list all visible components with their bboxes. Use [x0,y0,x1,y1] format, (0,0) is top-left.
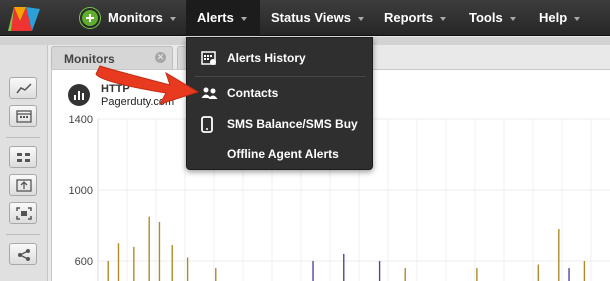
add-icon[interactable] [80,7,100,28]
y-tick-label: 1400 [69,114,93,126]
nav-monitors-label: Monitors [108,10,163,25]
y-tick-label: 1000 [69,185,93,197]
calendar-icon [16,110,32,123]
fullscreen-button[interactable] [9,202,37,224]
chevron-down-icon [357,16,364,21]
nav-alerts[interactable]: Alerts [186,0,260,36]
menu-item-alerts-history[interactable]: Alerts History [187,44,374,72]
nav-tools[interactable]: Tools [469,0,516,36]
share-icon [18,249,30,261]
grid-icon [17,153,30,162]
line-chart-icon [16,83,32,94]
nav-reports-label: Reports [384,10,434,25]
nav-help-label: Help [539,10,568,25]
export-button[interactable] [9,174,37,196]
tab-monitors[interactable]: Monitors ✕ [51,46,173,69]
app-logo[interactable] [6,3,44,33]
upload-icon [16,179,32,192]
share-button[interactable] [9,243,37,265]
nav-monitors[interactable]: Monitors [78,0,184,36]
toolbar-divider [6,234,40,235]
menu-item-label: Contacts [227,86,279,100]
grid-layout-button[interactable] [9,146,37,168]
close-icon[interactable]: ✕ [155,52,166,63]
chevron-down-icon [169,16,176,21]
menu-item-label: SMS Balance/SMS Buy [227,117,358,131]
menu-item-label: Offline Agent Alerts [227,147,339,161]
mobile-phone-icon [201,116,213,133]
chevron-down-icon [574,16,581,21]
nav-alerts-label: Alerts [197,10,234,25]
menu-item-sms-balance[interactable]: SMS Balance/SMS Buy [187,110,374,138]
menu-item-offline-agent-alerts[interactable]: Offline Agent Alerts [187,140,374,168]
chevron-down-icon [509,16,516,21]
nav-reports[interactable]: Reports [384,0,447,36]
nav-status-views-label: Status Views [271,10,351,25]
calendar-button[interactable] [9,105,37,127]
menu-item-label: Alerts History [227,51,306,65]
nav-tools-label: Tools [469,10,503,25]
nav-help[interactable]: Help [539,0,581,36]
y-tick-label: 600 [75,256,93,268]
expand-icon [16,207,32,220]
menu-item-contacts[interactable]: Contacts [187,79,374,107]
top-nav-bar: Monitors Alerts Status Views Reports Too… [0,0,610,36]
contacts-icon [201,87,218,99]
tab-monitors-label: Monitors [64,52,115,66]
alerts-dropdown-menu: Alerts History Contacts SMS Balance/SMS … [186,37,373,170]
line-chart-button[interactable] [9,77,37,99]
chevron-down-icon [240,16,247,21]
nav-status-views[interactable]: Status Views [271,0,364,36]
calendar-alert-icon [201,51,216,65]
left-toolbar [0,45,48,281]
menu-divider [195,76,366,77]
chevron-down-icon [440,16,447,21]
toolbar-divider [6,137,40,138]
